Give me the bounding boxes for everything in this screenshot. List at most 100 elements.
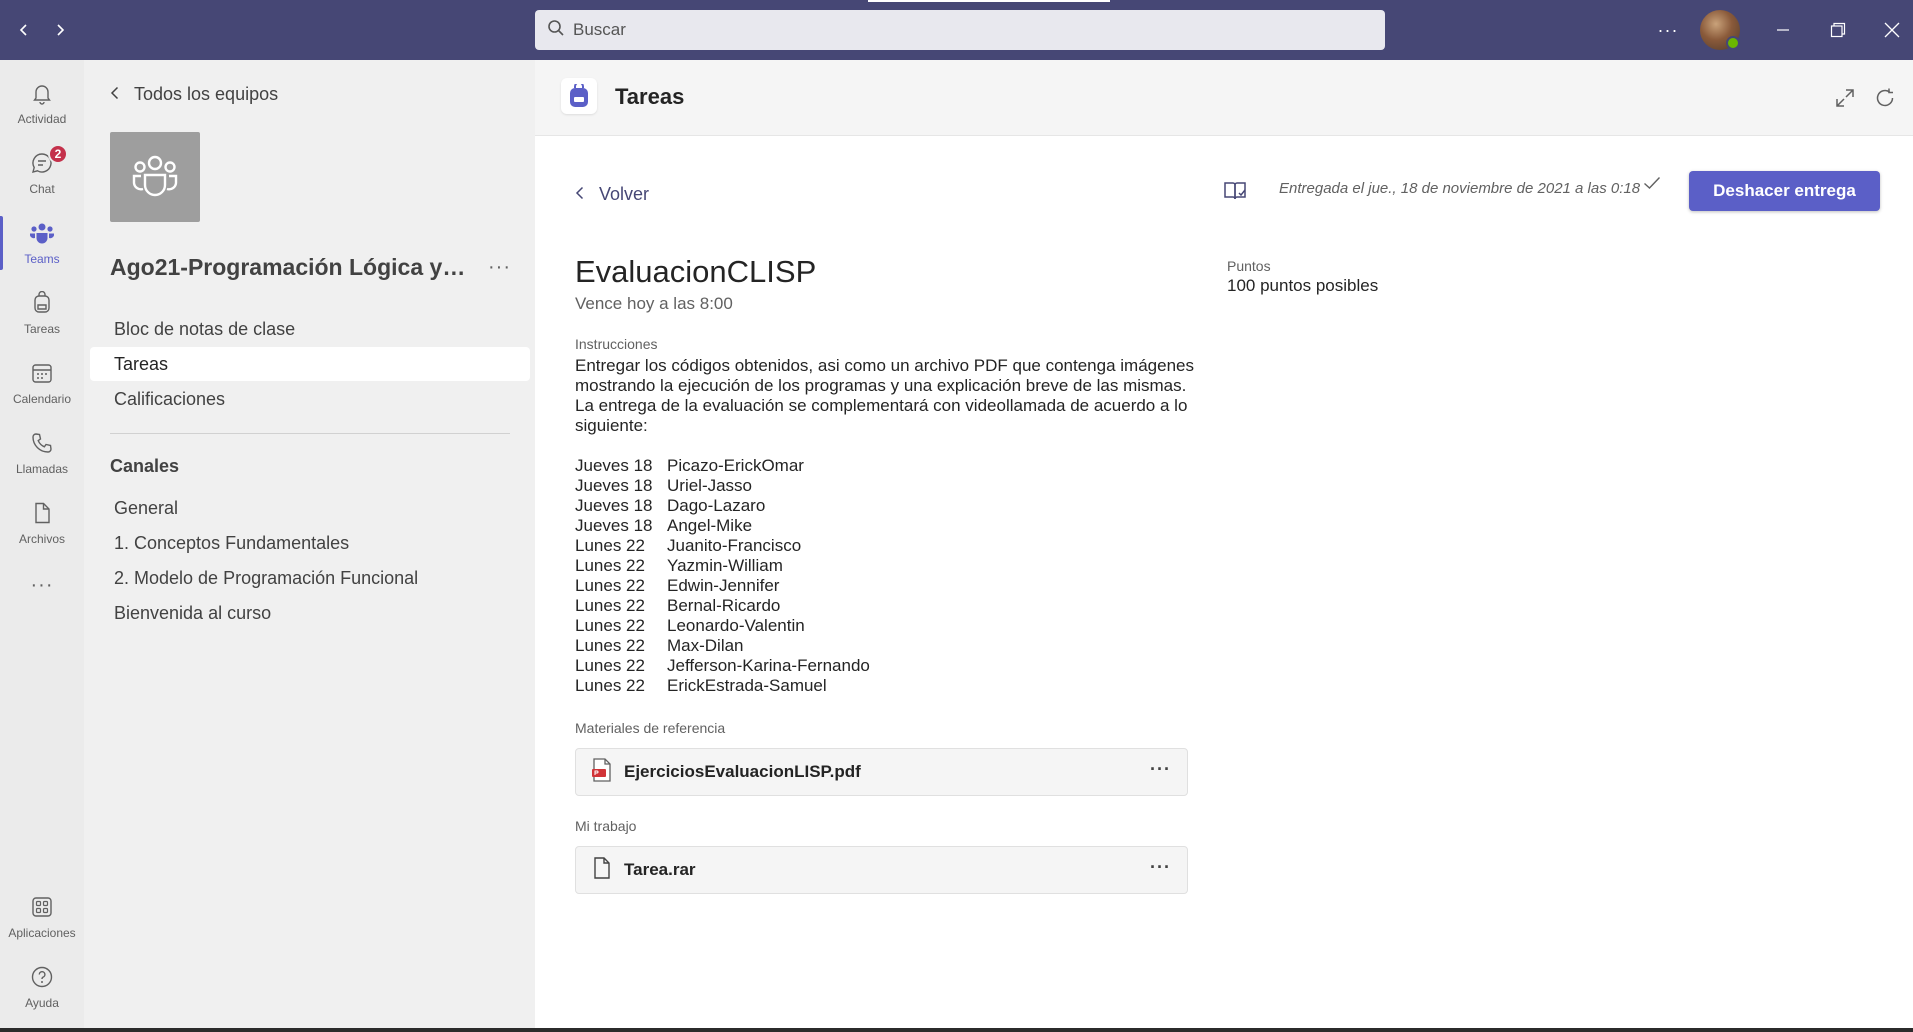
- schedule-list: Jueves 18 Picazo-ErickOmar Jueves 18 Uriel…: [575, 456, 870, 696]
- rail-item-ayuda[interactable]: Ayuda: [0, 954, 84, 1020]
- schedule-names: Bernal-Ricardo: [667, 596, 781, 615]
- schedule-names: Leonardo-Valentin: [667, 616, 805, 635]
- schedule-day: Lunes 22: [575, 616, 645, 635]
- chevron-left-icon: [575, 184, 585, 205]
- schedule-day: Lunes 22: [575, 576, 645, 595]
- schedule-day: Lunes 22: [575, 536, 645, 555]
- undo-submission-button[interactable]: Deshacer entrega: [1689, 171, 1880, 211]
- schedule-names: Angel-Mike: [667, 516, 753, 535]
- rail-label: Teams: [24, 251, 60, 266]
- expand-icon[interactable]: [1831, 84, 1859, 112]
- search-input[interactable]: [573, 20, 1353, 40]
- refresh-icon[interactable]: [1871, 84, 1899, 112]
- due-date: Vence hoy a las 8:00: [575, 294, 733, 313]
- my-work-file-name: Tarea.rar: [624, 860, 696, 879]
- reference-file-name: EjerciciosEvaluacionLISP.pdf: [624, 762, 861, 781]
- main-header: Tareas: [535, 60, 1913, 136]
- schedule-names: Edwin-Jennifer: [667, 576, 780, 595]
- rail-item-archivos[interactable]: Archivos: [0, 490, 84, 556]
- taskbar-edge: [0, 1028, 1913, 1032]
- bell-icon: [30, 81, 54, 108]
- reference-file-card[interactable]: EjerciciosEvaluacionLISP.pdf ···: [575, 748, 1188, 796]
- list-item: Jueves 18 Angel-Mike: [575, 516, 870, 536]
- back-label: Volver: [599, 184, 650, 204]
- tab-calificaciones[interactable]: Calificaciones: [90, 382, 530, 416]
- calendar-icon: [30, 361, 54, 388]
- help-icon: [30, 965, 54, 992]
- list-item: Lunes 22 Edwin-Jennifer: [575, 576, 870, 596]
- rail-item-teams[interactable]: Teams: [0, 210, 84, 276]
- divider: [110, 433, 510, 434]
- team-people-icon: [131, 153, 179, 202]
- rail-label: Ayuda: [25, 995, 59, 1010]
- pdf-file-icon: [592, 757, 612, 787]
- title-bar: ···: [0, 0, 1913, 60]
- my-work-label: Mi trabajo: [575, 818, 637, 834]
- tab-bloc-de-notas[interactable]: Bloc de notas de clase: [90, 312, 530, 346]
- channel-general[interactable]: General: [90, 491, 530, 525]
- reference-materials-label: Materiales de referencia: [575, 720, 726, 736]
- list-item: Lunes 22 Jefferson-Karina-Fernando: [575, 656, 870, 676]
- list-item: Lunes 22 Juanito-Francisco: [575, 536, 870, 556]
- tab-tareas[interactable]: Tareas: [90, 347, 530, 381]
- my-work-file-card[interactable]: Tarea.rar ···: [575, 846, 1188, 894]
- restore-icon[interactable]: [1822, 14, 1854, 46]
- checkmark-icon: [1643, 176, 1661, 195]
- forward-arrow-icon[interactable]: [46, 16, 74, 44]
- schedule-names: Juanito-Francisco: [667, 536, 802, 555]
- instructions-paragraph: La entrega de la evaluación se complemen…: [575, 396, 1188, 435]
- schedule-names: ErickEstrada-Samuel: [667, 676, 827, 695]
- rail-label: Calendario: [12, 391, 72, 406]
- team-panel: Todos los equipos Ago21-Programación Lóg…: [84, 60, 535, 1032]
- more-options-icon[interactable]: ···: [1652, 14, 1684, 46]
- schedule-names: Uriel-Jasso: [667, 476, 753, 495]
- list-item: Lunes 22 ErickEstrada-Samuel: [575, 676, 870, 696]
- file-more-options-icon[interactable]: ···: [1150, 759, 1171, 780]
- presence-available-icon: [1726, 36, 1740, 50]
- schedule-names: Picazo-ErickOmar: [667, 456, 804, 475]
- file-icon: [30, 501, 54, 528]
- list-item: Lunes 22 Bernal-Ricardo: [575, 596, 870, 616]
- immersive-reader-icon[interactable]: [1223, 180, 1249, 206]
- more-apps-icon[interactable]: ···: [0, 552, 84, 618]
- unread-badge: 2: [48, 144, 68, 164]
- rail-label: Chat: [29, 181, 55, 196]
- rail-item-llamadas[interactable]: Llamadas: [0, 420, 84, 486]
- submitted-status: Entregada el jue., 18 de noviembre de 20…: [1279, 180, 1641, 197]
- channels-heading: Canales: [110, 456, 180, 476]
- rail-item-tareas[interactable]: Tareas: [0, 280, 84, 346]
- backpack-icon: [30, 290, 54, 318]
- channel-conceptos[interactable]: 1. Conceptos Fundamentales: [90, 526, 530, 560]
- schedule-day: Lunes 22: [575, 676, 645, 695]
- schedule-day: Jueves 18: [575, 476, 653, 495]
- search-focus-line: [868, 0, 1110, 2]
- close-icon[interactable]: [1876, 14, 1908, 46]
- instructions-paragraph: Entregar los códigos obtenidos, asi como…: [575, 356, 1194, 395]
- rail-item-actividad[interactable]: Actividad: [0, 70, 84, 136]
- channel-modelo-funcional[interactable]: 2. Modelo de Programación Funcional: [90, 561, 530, 595]
- team-name: Ago21-Programación Lógica y F...: [110, 254, 470, 280]
- teams-icon: [29, 221, 55, 248]
- rail-item-chat[interactable]: Chat 2: [0, 140, 84, 206]
- schedule-day: Lunes 22: [575, 596, 645, 615]
- back-arrow-icon[interactable]: [10, 16, 38, 44]
- list-item: Jueves 18 Dago-Lazaro: [575, 496, 870, 516]
- schedule-names: Max-Dilan: [667, 636, 744, 655]
- rail-label: Archivos: [18, 531, 65, 546]
- list-item: Lunes 22 Yazmin-William: [575, 556, 870, 576]
- schedule-day: Jueves 18: [575, 496, 653, 515]
- apps-grid-icon: [30, 895, 54, 922]
- minimize-icon[interactable]: [1767, 14, 1799, 46]
- back-button[interactable]: Volver: [575, 184, 649, 205]
- rail-item-aplicaciones[interactable]: Aplicaciones: [0, 884, 84, 950]
- all-teams-link[interactable]: Todos los equipos: [110, 84, 278, 105]
- rail-item-calendario[interactable]: Calendario: [0, 350, 84, 416]
- file-more-options-icon[interactable]: ···: [1150, 857, 1171, 878]
- schedule-day: Lunes 22: [575, 556, 645, 575]
- channel-bienvenida[interactable]: Bienvenida al curso: [90, 596, 530, 630]
- search-box[interactable]: [535, 10, 1385, 50]
- team-more-options-icon[interactable]: ···: [488, 256, 511, 279]
- phone-icon: [30, 431, 54, 458]
- chevron-left-icon: [110, 84, 120, 105]
- list-item: Jueves 18 Uriel-Jasso: [575, 476, 870, 496]
